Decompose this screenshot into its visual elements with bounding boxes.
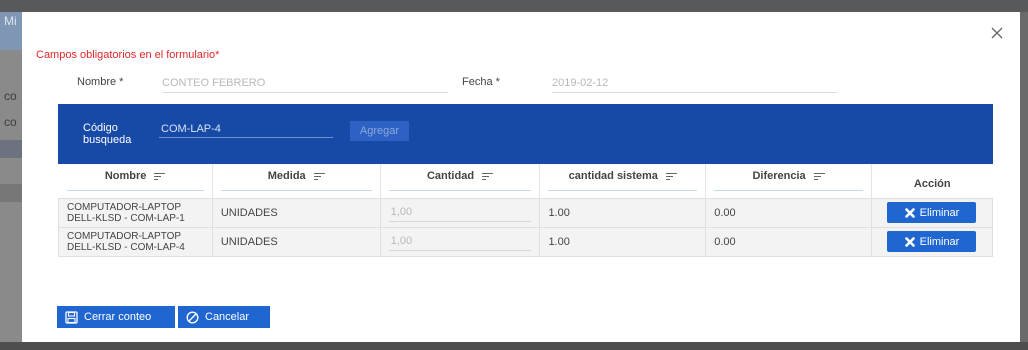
cancel-button[interactable]: Cancelar	[178, 306, 270, 328]
delete-label: Eliminar	[919, 235, 960, 248]
product-name-line: DELL-KLSD - COM-LAP-4	[67, 241, 185, 253]
delete-label: Eliminar	[919, 206, 960, 219]
column-header-cantidad[interactable]: Cantidad	[380, 164, 541, 198]
search-code-label: Código busqueda	[83, 122, 131, 146]
count-modal: Campos obligatorios en el formulario* No…	[22, 12, 1020, 342]
x-icon	[904, 236, 915, 247]
product-name-cell: COMPUTADOR-LAPTOP DELL-KLSD - COM-LAP-4	[58, 226, 213, 257]
table-row: COMPUTADOR-LAPTOP DELL-KLSD - COM-LAP-1 …	[58, 197, 994, 228]
action-cell: Eliminar	[870, 197, 994, 228]
search-label-line: busqueda	[83, 134, 132, 146]
sort-icon[interactable]	[665, 172, 677, 180]
column-header-medida[interactable]: Medida	[212, 164, 381, 198]
search-band: Código busqueda Agregar	[58, 104, 993, 164]
search-code-input[interactable]	[159, 120, 333, 138]
table-header-row: Nombre Medida Cantidad cantidad sistema	[58, 164, 993, 198]
column-filter-line	[388, 190, 532, 192]
search-label-line: Código	[83, 122, 118, 134]
close-count-button[interactable]: Cerrar conteo	[57, 306, 175, 328]
column-filter-line	[714, 190, 863, 192]
column-title: Nombre	[104, 170, 147, 183]
product-name-line: DELL-KLSD - COM-LAP-1	[67, 212, 185, 224]
sort-icon[interactable]	[154, 172, 166, 180]
measure-cell: UNIDADES	[211, 226, 381, 257]
product-name-line: COMPUTADOR-LAPTOP	[67, 230, 182, 242]
quantity-input[interactable]	[388, 203, 532, 222]
column-header-cantidad-sistema[interactable]: cantidad sistema	[539, 164, 707, 198]
background-stripe	[0, 140, 22, 158]
quantity-input[interactable]	[388, 232, 532, 251]
system-quantity-cell: 1.00	[539, 226, 707, 257]
product-name-cell: COMPUTADOR-LAPTOP DELL-KLSD - COM-LAP-1	[58, 197, 213, 228]
background-topbar	[0, 0, 1028, 12]
sort-icon[interactable]	[313, 172, 325, 180]
count-table: Nombre Medida Cantidad cantidad sistema	[58, 164, 994, 257]
save-icon	[65, 310, 78, 324]
sort-icon[interactable]	[813, 172, 825, 180]
quantity-cell	[379, 226, 541, 257]
column-header-diferencia[interactable]: Diferencia	[705, 164, 872, 198]
required-fields-note: Campos obligatorios en el formulario*	[36, 49, 220, 61]
column-title: Diferencia	[752, 170, 806, 183]
background-stripe	[0, 184, 22, 202]
column-filter-line	[220, 190, 372, 192]
background-bottom-edge	[0, 342, 1028, 350]
column-title: Medida	[267, 170, 306, 183]
column-header-nombre[interactable]: Nombre	[58, 164, 213, 198]
difference-cell: 0.00	[705, 226, 872, 257]
column-header-accion: Acción	[871, 164, 993, 198]
column-title: Acción	[913, 177, 951, 190]
quantity-cell	[379, 197, 541, 228]
background-text: Mi	[4, 14, 17, 28]
sort-icon[interactable]	[482, 172, 494, 180]
x-icon	[904, 207, 915, 218]
date-field[interactable]: 2019-02-12	[552, 77, 837, 93]
background-text: co	[4, 89, 17, 103]
delete-button[interactable]: Eliminar	[887, 202, 977, 223]
date-label: Fecha *	[462, 76, 500, 88]
add-button[interactable]: Agregar	[350, 121, 409, 141]
measure-cell: UNIDADES	[211, 197, 381, 228]
name-field[interactable]: CONTEO FEBRERO	[162, 77, 448, 93]
product-name-line: COMPUTADOR-LAPTOP	[67, 201, 182, 213]
cancel-icon	[186, 310, 199, 324]
column-filter-line	[548, 190, 698, 192]
system-quantity-cell: 1.00	[539, 197, 707, 228]
action-cell: Eliminar	[870, 226, 994, 257]
table-row: COMPUTADOR-LAPTOP DELL-KLSD - COM-LAP-4 …	[58, 226, 994, 257]
cancel-label: Cancelar	[205, 311, 250, 323]
background-right-edge	[1020, 12, 1028, 350]
name-label: Nombre *	[77, 76, 124, 88]
column-title: Cantidad	[426, 170, 475, 183]
delete-button[interactable]: Eliminar	[887, 231, 977, 252]
column-filter-line	[66, 190, 204, 192]
difference-cell: 0.00	[705, 197, 872, 228]
close-count-label: Cerrar conteo	[84, 311, 152, 323]
column-title: cantidad sistema	[568, 170, 658, 183]
background-sidebar: Mi co co	[0, 12, 22, 350]
close-icon[interactable]	[990, 26, 1004, 40]
background-text: co	[4, 115, 17, 129]
